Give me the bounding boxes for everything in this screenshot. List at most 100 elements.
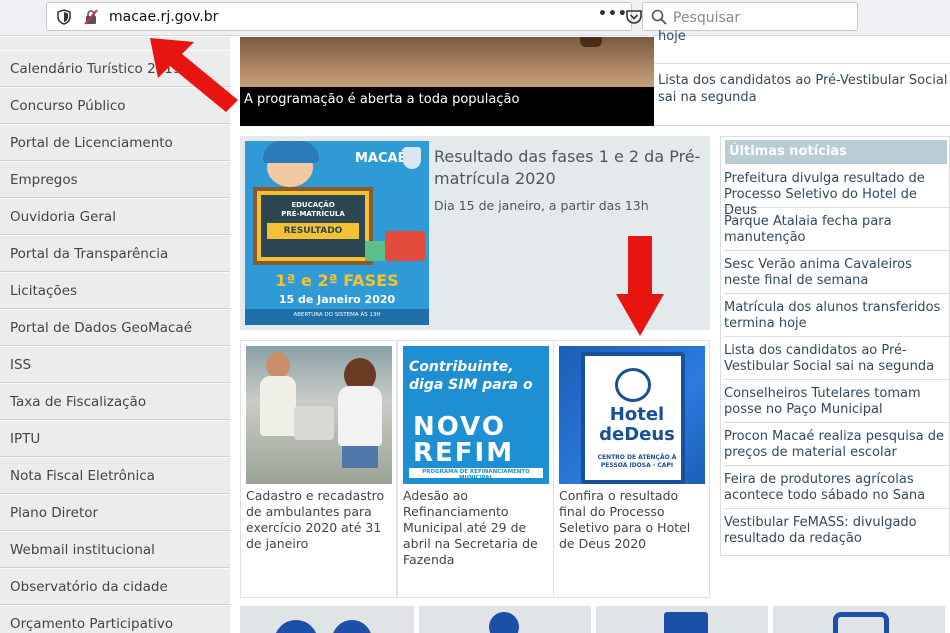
banner-caption[interactable]: A programação é aberta a toda população: [240, 87, 654, 126]
sidebar-item-label: ISS: [10, 357, 32, 373]
poster-fases: 1ª e 2ª FASES: [275, 271, 399, 290]
sidebar-item-label: Portal de Licenciamento: [10, 135, 173, 151]
search-bar[interactable]: Pesquisar: [642, 2, 858, 31]
hotel-sign-line1: Hotel: [609, 404, 665, 425]
latest-news-item[interactable]: Matrícula dos alunos transferidos termin…: [723, 300, 949, 337]
annotation-arrow-icon: [150, 38, 238, 112]
news-card-ambulantes[interactable]: Cadastro e recadastro de ambulantes para…: [240, 340, 397, 598]
url-text[interactable]: macae.rj.gov.br: [109, 9, 218, 25]
service-tile[interactable]: [419, 606, 591, 633]
news-card-image[interactable]: [246, 346, 392, 484]
hotel-sign: Hotel deDeus CENTRO DE ATENÇÃO À PESSOA …: [581, 352, 685, 484]
service-tile[interactable]: [773, 606, 945, 633]
search-placeholder[interactable]: Pesquisar: [673, 10, 740, 26]
sidebar-item-orcamento[interactable]: Orçamento Participativo: [0, 605, 230, 633]
service-tile[interactable]: [596, 606, 768, 633]
sidebar-item-empregos[interactable]: Empregos: [0, 161, 230, 198]
poster-line3: RESULTADO: [267, 223, 359, 239]
featured-news-title[interactable]: Resultado das fases 1 e 2 da Pré-matrícu…: [434, 146, 704, 190]
sidebar-item-label: Ouvidoria Geral: [10, 209, 116, 225]
sidebar-item-taxa-fiscalizacao[interactable]: Taxa de Fiscalização: [0, 383, 230, 420]
latest-news-item[interactable]: Conselheiros Tutelares tomam posse no Pa…: [723, 386, 949, 423]
news-card-caption[interactable]: Cadastro e recadastro de ambulantes para…: [246, 488, 392, 552]
latest-news-item[interactable]: Procon Macaé realiza pesquisa de preços …: [723, 429, 949, 466]
refim-title: REFIM: [413, 438, 515, 468]
sidebar-item-nota-fiscal[interactable]: Nota Fiscal Eletrônica: [0, 457, 230, 494]
latest-news-item[interactable]: Parque Atalaia fecha para manutenção: [723, 214, 949, 251]
sidebar-item-label: Portal da Transparência: [10, 246, 169, 262]
poster-chalkboard: EDUCAÇÃO PRÉ-MATRÍCULA RESULTADO: [253, 187, 373, 265]
sidebar-item-label: Portal de Dados GeoMacaé: [10, 320, 193, 336]
photo-person: [266, 352, 290, 378]
photo-person: [260, 376, 296, 436]
poster-line2: PRÉ-MATRÍCULA: [281, 210, 345, 218]
latest-news-link[interactable]: Vestibular FeMASS: divulgado resultado d…: [723, 515, 949, 547]
refim-bar: PROGRAMA DE REFINANCIAMENTO MUNICIPAL: [409, 468, 543, 481]
latest-news-item[interactable]: Sesc Verão anima Cavaleiros neste final …: [723, 257, 949, 294]
latest-news-link[interactable]: Procon Macaé realiza pesquisa de preços …: [723, 429, 949, 461]
poster-strip-text: ABERTURA DO SISTEMA ÀS 13H: [293, 312, 381, 318]
sidebar-item-plano-diretor[interactable]: Plano Diretor: [0, 494, 230, 531]
poster-logo: MACAÉ: [355, 151, 407, 166]
service-tile[interactable]: [240, 606, 414, 633]
browser-toolbar: macae.rj.gov.br ••• Pesquisar: [0, 0, 950, 36]
sidebar-item-label: Concurso Público: [10, 98, 126, 114]
photo-person: [342, 446, 378, 468]
palm-tree-icon: [615, 368, 651, 402]
hotel-sign-line2: deDeus: [599, 424, 675, 445]
banner-side-link-partial[interactable]: hoje: [658, 29, 686, 44]
latest-news-item[interactable]: Prefeitura divulga resultado de Processo…: [723, 171, 949, 218]
tile-icon: [274, 620, 318, 633]
sidebar-item-geomacae[interactable]: Portal de Dados GeoMacaé: [0, 309, 230, 346]
latest-news-link[interactable]: Lista dos candidatos ao Pré-Vestibular S…: [723, 343, 949, 375]
divider: [654, 125, 950, 126]
backpack-icon: [385, 231, 425, 261]
shield-icon[interactable]: [57, 9, 71, 29]
banner-side-list: hoje Lista dos candidatos ao Pré-Vestibu…: [654, 29, 950, 127]
sidebar-item-iptu[interactable]: IPTU: [0, 420, 230, 457]
refim-bar-text: PROGRAMA DE REFINANCIAMENTO MUNICIPAL: [422, 469, 530, 481]
document-icon: [833, 612, 889, 633]
sidebar-item-label: Webmail institucional: [10, 542, 155, 558]
featured-news-poster[interactable]: EDUCAÇÃO PRÉ-MATRÍCULA RESULTADO MACAÉ 1…: [245, 141, 429, 325]
poster-date: 15 de Janeiro 2020: [278, 293, 396, 306]
latest-news-link[interactable]: Conselheiros Tutelares tomam posse no Pa…: [723, 386, 949, 418]
latest-news-panel: Últimas notícias Prefeitura divulga resu…: [720, 136, 950, 556]
poster-line1: EDUCAÇÃO: [291, 201, 335, 209]
insecure-lock-icon[interactable]: [83, 9, 99, 29]
sidebar-item-transparencia[interactable]: Portal da Transparência: [0, 235, 230, 272]
news-card-image[interactable]: Contribuinte, diga SIM para o NOVO REFIM…: [403, 346, 549, 484]
sidebar-item-licitacoes[interactable]: Licitações: [0, 272, 230, 309]
latest-news-link[interactable]: Feira de produtores agrícolas acontece t…: [723, 472, 949, 504]
news-card-refim[interactable]: Contribuinte, diga SIM para o NOVO REFIM…: [397, 340, 554, 598]
latest-news-link[interactable]: Prefeitura divulga resultado de Processo…: [723, 171, 949, 219]
news-card-caption[interactable]: Adesão ao Refinanciamento Municipal até …: [403, 488, 549, 568]
news-card-caption[interactable]: Confira o resultado final do Processo Se…: [559, 488, 705, 552]
sidebar-item-ouvidoria[interactable]: Ouvidoria Geral: [0, 198, 230, 235]
banner-figure: [580, 37, 602, 47]
address-bar[interactable]: macae.rj.gov.br •••: [46, 2, 671, 31]
refim-slogan: Contribuinte, diga SIM para o: [409, 359, 533, 393]
page-actions-icon[interactable]: •••: [598, 6, 628, 22]
latest-news-item[interactable]: Feira de produtores agrícolas acontece t…: [723, 472, 949, 509]
latest-news-item[interactable]: Lista dos candidatos ao Pré-Vestibular S…: [723, 343, 949, 380]
latest-news-title: Últimas notícias: [729, 144, 847, 159]
sidebar-item-label: Orçamento Participativo: [10, 616, 174, 632]
news-card-hotel-de-deus[interactable]: Hotel deDeus CENTRO DE ATENÇÃO À PESSOA …: [553, 340, 710, 598]
sidebar-item-label: Licitações: [10, 283, 78, 299]
sidebar-item-webmail[interactable]: Webmail institucional: [0, 531, 230, 568]
poster-chalkboard-inner: EDUCAÇÃO PRÉ-MATRÍCULA RESULTADO: [261, 195, 365, 257]
latest-news-link[interactable]: Parque Atalaia fecha para manutenção: [723, 214, 949, 246]
news-card-image[interactable]: Hotel deDeus CENTRO DE ATENÇÃO À PESSOA …: [559, 346, 705, 484]
banner-side-link[interactable]: Lista dos candidatos ao Pré-Vestibular S…: [658, 72, 948, 106]
sidebar-item-iss[interactable]: ISS: [0, 346, 230, 383]
search-icon: [651, 9, 667, 29]
latest-news-item[interactable]: Vestibular FeMASS: divulgado resultado d…: [723, 515, 949, 552]
sidebar-item-licenciamento[interactable]: Portal de Licenciamento: [0, 124, 230, 161]
sidebar-item-observatorio[interactable]: Observatório da cidade: [0, 568, 230, 605]
banner-image[interactable]: [240, 37, 654, 87]
pocket-icon[interactable]: [626, 9, 642, 28]
banner-caption-text: A programação é aberta a toda população: [244, 92, 520, 107]
latest-news-link[interactable]: Matrícula dos alunos transferidos termin…: [723, 300, 949, 332]
latest-news-link[interactable]: Sesc Verão anima Cavaleiros neste final …: [723, 257, 949, 289]
